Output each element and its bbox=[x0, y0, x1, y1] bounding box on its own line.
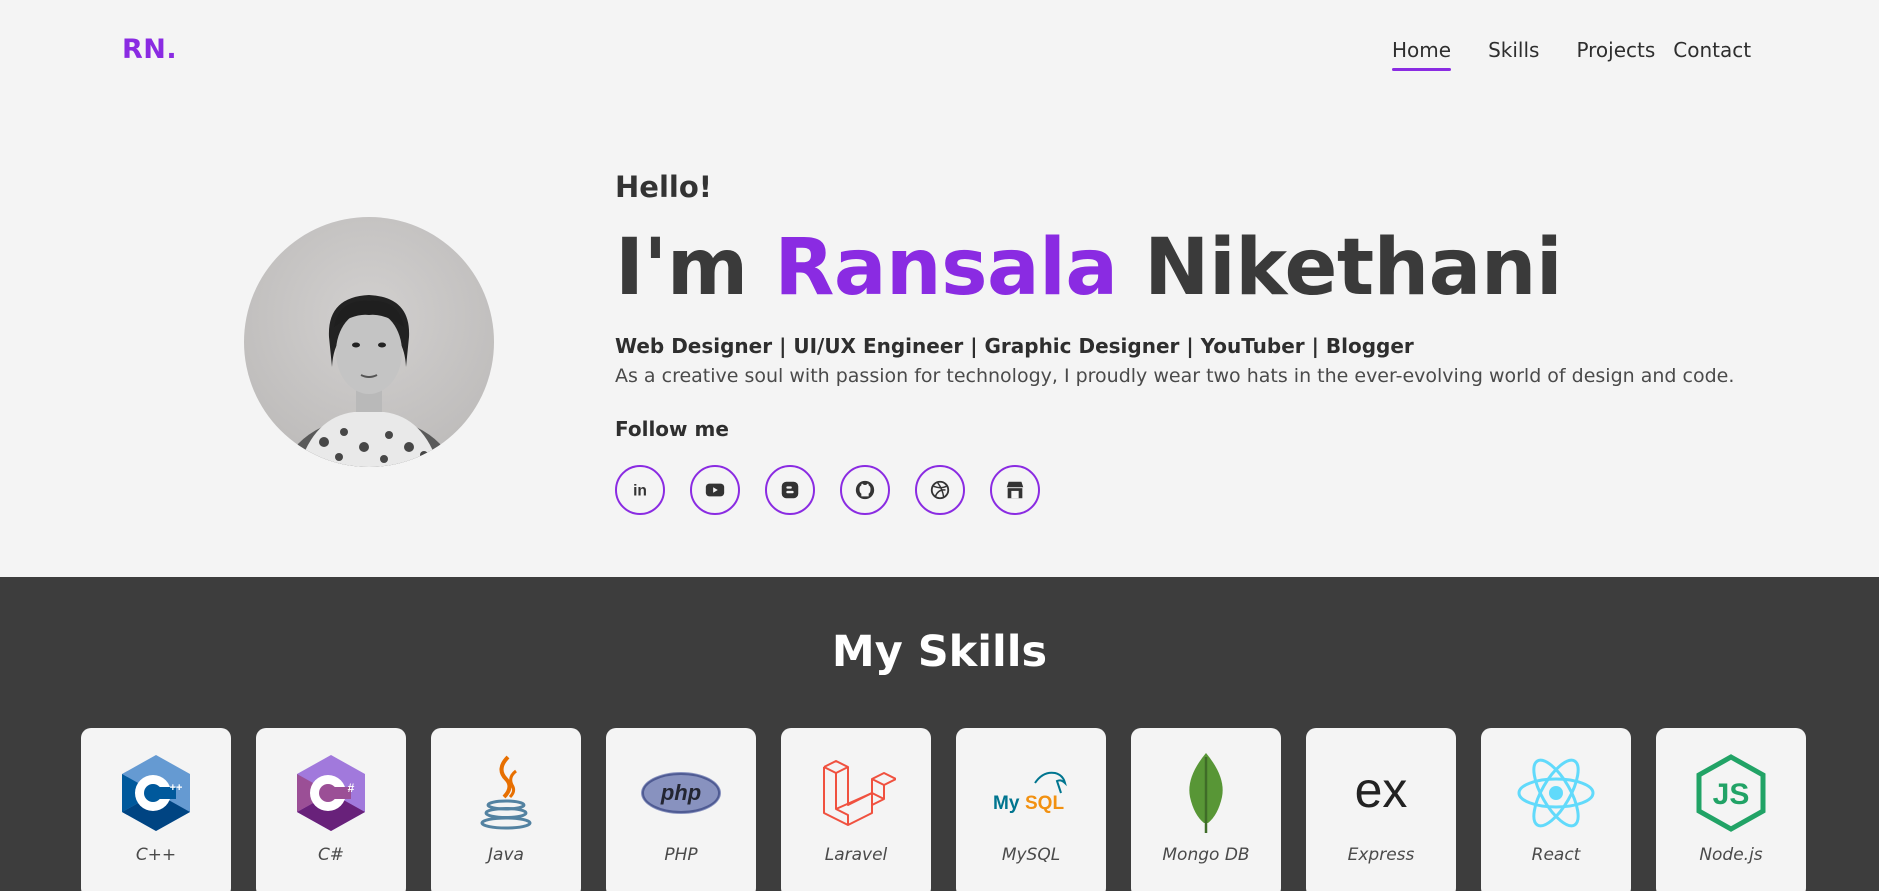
svg-text:php: php bbox=[660, 780, 701, 805]
skill-label: Mongo DB bbox=[1162, 845, 1250, 865]
skill-card-nodejs: JS Node.js bbox=[1656, 728, 1806, 891]
skill-label: PHP bbox=[664, 845, 698, 865]
skill-card-react: React bbox=[1481, 728, 1631, 891]
navbar: RN. Home Skills Projects Contact bbox=[0, 0, 1879, 100]
store-icon[interactable] bbox=[990, 465, 1040, 515]
github-icon[interactable] bbox=[840, 465, 890, 515]
youtube-icon[interactable] bbox=[690, 465, 740, 515]
dribbble-icon[interactable] bbox=[915, 465, 965, 515]
last-name: Nikethani bbox=[1144, 223, 1563, 313]
skill-card-java: Java bbox=[431, 728, 581, 891]
skill-label: Node.js bbox=[1699, 845, 1763, 865]
csharp-logo-icon: # bbox=[297, 755, 365, 831]
social-links: in bbox=[615, 465, 1065, 515]
skill-card-mongodb: Mongo DB bbox=[1131, 728, 1281, 891]
nav-link-projects[interactable]: Projects bbox=[1576, 38, 1655, 62]
skill-label: Express bbox=[1347, 845, 1415, 865]
skill-label: React bbox=[1531, 845, 1581, 865]
skill-label: C# bbox=[317, 845, 345, 865]
express-logo-icon: ex bbox=[1355, 762, 1408, 818]
nav-link-skills[interactable]: Skills bbox=[1488, 38, 1539, 62]
profile-photo bbox=[244, 217, 494, 467]
hero-greeting: Hello! bbox=[615, 170, 712, 204]
skill-cards: ++ C++ # C# Java php PHP Laravel My SQL … bbox=[81, 728, 1806, 891]
nav-link-home[interactable]: Home bbox=[1392, 38, 1452, 71]
first-name: Ransala bbox=[774, 223, 1118, 313]
linkedin-icon[interactable]: in bbox=[615, 465, 665, 515]
mongodb-logo-icon bbox=[1189, 753, 1223, 833]
blogger-icon[interactable] bbox=[765, 465, 815, 515]
skill-card-csharp: # C# bbox=[256, 728, 406, 891]
name-prefix: I'm bbox=[615, 223, 748, 313]
skills-section: My Skills ++ C++ # C# Java php PHP Larav… bbox=[0, 577, 1879, 891]
skills-title: My Skills bbox=[831, 627, 1048, 677]
nodejs-logo-icon: JS bbox=[1696, 754, 1766, 832]
skill-card-express: ex Express bbox=[1306, 728, 1456, 891]
svg-text:My: My bbox=[993, 793, 1020, 814]
laravel-logo-icon bbox=[823, 760, 896, 826]
svg-text:SQL: SQL bbox=[1025, 793, 1064, 814]
site-logo[interactable]: RN. bbox=[122, 34, 177, 65]
php-logo-icon: php bbox=[641, 772, 721, 814]
cpp-logo-icon: ++ bbox=[122, 755, 190, 831]
svg-text:++: ++ bbox=[170, 782, 183, 794]
svg-text:JS: JS bbox=[1713, 778, 1750, 811]
nav-links: Home Skills Projects Contact bbox=[1392, 38, 1751, 71]
mysql-logo-icon: My SQL bbox=[993, 771, 1067, 814]
svg-text:ex: ex bbox=[1355, 762, 1408, 818]
hero-intro: Hello! I'm Ransala Nikethani Web Designe… bbox=[615, 170, 1734, 441]
react-logo-icon bbox=[1517, 758, 1595, 828]
skill-label: Laravel bbox=[824, 845, 888, 865]
follow-me-label: Follow me bbox=[615, 417, 729, 441]
skill-label: Java bbox=[488, 845, 524, 865]
skill-card-php: php PHP bbox=[606, 728, 756, 891]
nav-link-contact[interactable]: Contact bbox=[1673, 38, 1751, 62]
skill-card-mysql: My SQL MySQL bbox=[956, 728, 1106, 891]
hero-description: As a creative soul with passion for tech… bbox=[615, 365, 1735, 387]
hero-name: I'm Ransala Nikethani bbox=[615, 224, 1734, 312]
skill-card-laravel: Laravel bbox=[781, 728, 931, 891]
svg-text:#: # bbox=[348, 781, 355, 795]
skill-label: C++ bbox=[135, 845, 177, 865]
java-logo-icon bbox=[480, 755, 532, 830]
hero-roles: Web Designer | UI/UX Engineer | Graphic … bbox=[615, 334, 1414, 358]
skill-label: MySQL bbox=[1001, 845, 1061, 865]
skill-card-cpp: ++ C++ bbox=[81, 728, 231, 891]
svg-text:in: in bbox=[633, 483, 647, 500]
